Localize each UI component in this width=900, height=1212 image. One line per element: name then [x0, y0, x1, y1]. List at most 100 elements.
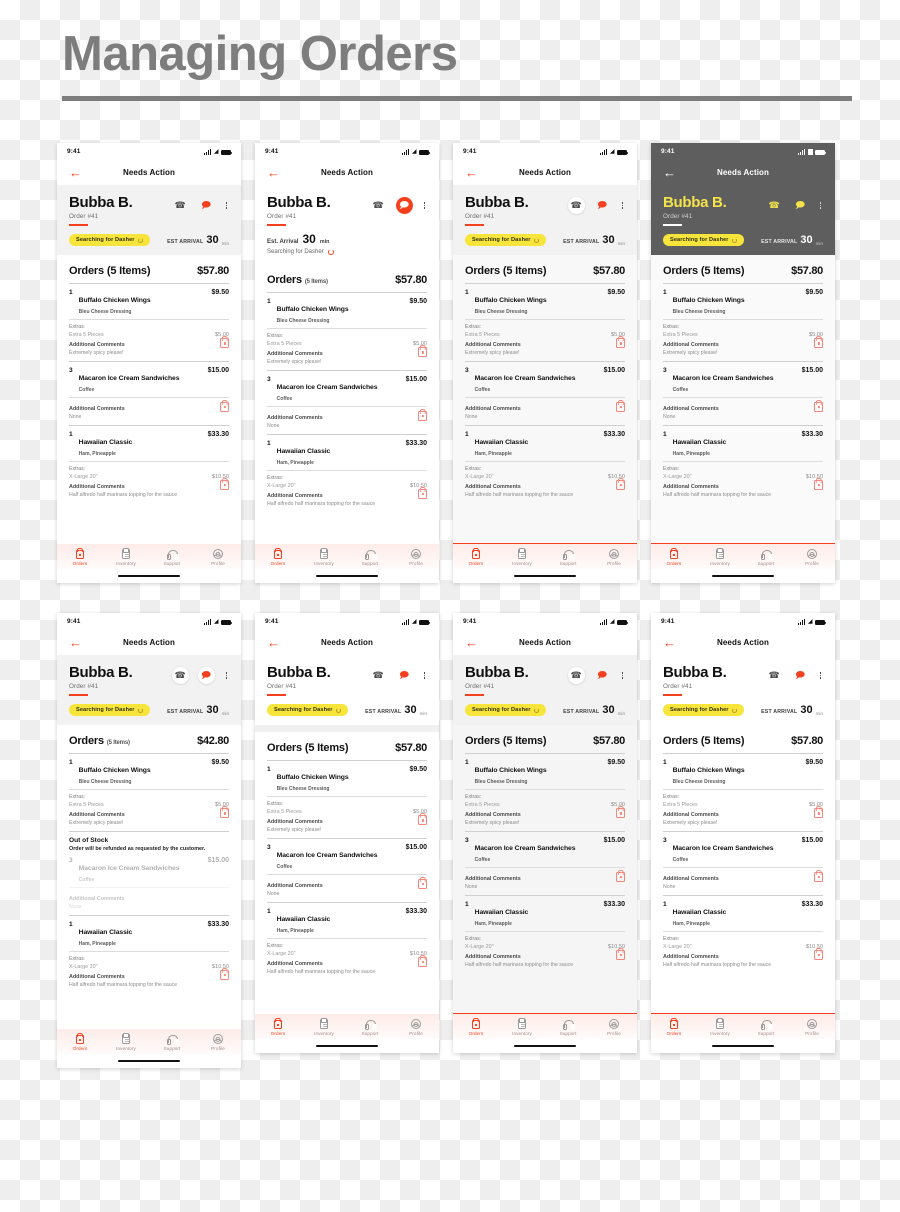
tab-profile[interactable]: Profile	[591, 1019, 637, 1036]
tab-support[interactable]: Support	[347, 549, 393, 566]
order-item[interactable]: 1 Buffalo Chicken Wings Bleu Cheese Dres…	[465, 284, 625, 319]
tab-support[interactable]: Support	[347, 1019, 393, 1036]
tab-profile[interactable]: Profile	[789, 549, 835, 566]
tab-orders[interactable]: Orders	[651, 1019, 697, 1036]
shopping-bag-icon[interactable]	[616, 872, 625, 883]
order-item[interactable]: 3 Macaron Ice Cream Sandwiches Coffee $1…	[465, 362, 625, 397]
shopping-bag-icon[interactable]	[814, 480, 823, 491]
tab-orders[interactable]: Orders	[57, 1034, 103, 1051]
chat-icon[interactable]: 🗩	[396, 667, 413, 684]
order-item[interactable]: 1 Buffalo Chicken Wings Bleu Cheese Dres…	[663, 754, 823, 789]
back-arrow-icon[interactable]: ←	[69, 166, 82, 179]
phone-icon[interactable]: ☎	[370, 667, 387, 684]
phone-icon[interactable]: ☎	[171, 667, 189, 684]
order-item[interactable]: 1 Hawaiian Classic Ham, Pineapple $33.30	[69, 426, 229, 461]
chat-icon[interactable]: 🗩	[792, 667, 809, 684]
shopping-bag-icon[interactable]	[616, 402, 625, 413]
tab-orders[interactable]: Orders	[453, 549, 499, 566]
tab-orders[interactable]: Orders	[255, 549, 301, 566]
tab-inventory[interactable]: Inventory	[499, 549, 545, 566]
phone-icon[interactable]: ☎	[370, 197, 387, 214]
tab-support[interactable]: Support	[743, 549, 789, 566]
order-item[interactable]: 3 Macaron Ice Cream Sandwiches Coffee $1…	[267, 839, 427, 874]
shopping-bag-icon[interactable]	[814, 402, 823, 413]
shopping-bag-icon[interactable]	[220, 808, 229, 819]
shopping-bag-icon[interactable]	[814, 950, 823, 961]
tab-support[interactable]: Support	[149, 549, 195, 566]
shopping-bag-icon[interactable]	[616, 808, 625, 819]
kebab-menu-icon[interactable]	[620, 202, 625, 209]
order-item[interactable]: 1 Hawaiian Classic Ham, Pineapple $33.30	[69, 916, 229, 951]
kebab-menu-icon[interactable]	[818, 672, 823, 679]
tab-orders[interactable]: Orders	[57, 549, 103, 566]
phone-icon[interactable]: ☎	[766, 197, 783, 214]
order-item[interactable]: 1 Buffalo Chicken Wings Bleu Cheese Dres…	[69, 754, 229, 789]
tab-inventory[interactable]: Inventory	[301, 1019, 347, 1036]
shopping-bag-icon[interactable]	[616, 338, 625, 349]
shopping-bag-icon[interactable]	[220, 970, 229, 981]
tab-orders[interactable]: Orders	[651, 549, 697, 566]
kebab-menu-icon[interactable]	[224, 202, 229, 209]
order-item[interactable]: 3 Macaron Ice Cream Sandwiches Coffee $1…	[465, 832, 625, 867]
back-arrow-icon[interactable]: ←	[465, 166, 478, 179]
tab-support[interactable]: Support	[743, 1019, 789, 1036]
tab-inventory[interactable]: Inventory	[301, 549, 347, 566]
phone-icon[interactable]: ☎	[766, 667, 783, 684]
chat-icon[interactable]: 🗩	[792, 197, 809, 214]
order-item[interactable]: 1 Buffalo Chicken Wings Bleu Cheese Dres…	[267, 761, 427, 796]
order-item[interactable]: 1 Buffalo Chicken Wings Bleu Cheese Dres…	[69, 284, 229, 319]
kebab-menu-icon[interactable]	[818, 202, 823, 209]
shopping-bag-icon[interactable]	[220, 402, 229, 413]
shopping-bag-icon[interactable]	[616, 950, 625, 961]
tab-support[interactable]: Support	[545, 549, 591, 566]
tab-inventory[interactable]: Inventory	[103, 549, 149, 566]
order-item[interactable]: 1 Hawaiian Classic Ham, Pineapple $33.30	[465, 896, 625, 931]
tab-support[interactable]: Support	[149, 1034, 195, 1051]
back-arrow-icon[interactable]: ←	[267, 166, 280, 179]
tab-orders[interactable]: Orders	[255, 1019, 301, 1036]
tab-inventory[interactable]: Inventory	[697, 1019, 743, 1036]
order-item[interactable]: 1 Buffalo Chicken Wings Bleu Cheese Dres…	[663, 284, 823, 319]
back-arrow-icon[interactable]: ←	[267, 636, 280, 649]
tab-inventory[interactable]: Inventory	[697, 549, 743, 566]
order-item[interactable]: 3 Macaron Ice Cream Sandwiches Coffee $1…	[267, 371, 427, 406]
tab-profile[interactable]: Profile	[195, 549, 241, 566]
shopping-bag-icon[interactable]	[616, 480, 625, 491]
shopping-bag-icon[interactable]	[418, 879, 427, 890]
phone-icon[interactable]: ☎	[567, 197, 585, 214]
chat-icon[interactable]: 🗩	[198, 197, 215, 214]
kebab-menu-icon[interactable]	[224, 672, 229, 679]
chat-icon[interactable]: 🗩	[395, 197, 413, 214]
tab-inventory[interactable]: Inventory	[499, 1019, 545, 1036]
order-item[interactable]: 1 Hawaiian Classic Ham, Pineapple $33.30	[465, 426, 625, 461]
tab-profile[interactable]: Profile	[393, 549, 439, 566]
kebab-menu-icon[interactable]	[422, 202, 427, 209]
shopping-bag-icon[interactable]	[418, 957, 427, 968]
shopping-bag-icon[interactable]	[418, 347, 427, 358]
tab-support[interactable]: Support	[545, 1019, 591, 1036]
shopping-bag-icon[interactable]	[814, 808, 823, 819]
chat-icon[interactable]: 🗩	[594, 197, 611, 214]
phone-icon[interactable]: ☎	[567, 667, 585, 684]
back-arrow-icon[interactable]: ←	[663, 166, 676, 179]
shopping-bag-icon[interactable]	[418, 489, 427, 500]
shopping-bag-icon[interactable]	[220, 480, 229, 491]
kebab-menu-icon[interactable]	[422, 672, 427, 679]
order-item[interactable]: 1 Buffalo Chicken Wings Bleu Cheese Dres…	[465, 754, 625, 789]
chat-icon[interactable]: 🗩	[594, 667, 611, 684]
phone-icon[interactable]: ☎	[172, 197, 189, 214]
tab-orders[interactable]: Orders	[453, 1019, 499, 1036]
order-item[interactable]: 3 Macaron Ice Cream Sandwiches Coffee $1…	[69, 362, 229, 397]
shopping-bag-icon[interactable]	[418, 411, 427, 422]
chat-icon[interactable]: 🗩	[197, 667, 215, 684]
tab-profile[interactable]: Profile	[789, 1019, 835, 1036]
order-item[interactable]: 1 Hawaiian Classic Ham, Pineapple $33.30	[267, 435, 427, 470]
order-item[interactable]: 3 Macaron Ice Cream Sandwiches Coffee $1…	[663, 832, 823, 867]
shopping-bag-icon[interactable]	[418, 815, 427, 826]
order-item[interactable]: 1 Hawaiian Classic Ham, Pineapple $33.30	[663, 426, 823, 461]
back-arrow-icon[interactable]: ←	[69, 636, 82, 649]
order-item[interactable]: 1 Buffalo Chicken Wings Bleu Cheese Dres…	[267, 293, 427, 328]
tab-profile[interactable]: Profile	[195, 1034, 241, 1051]
shopping-bag-icon[interactable]	[220, 338, 229, 349]
tab-profile[interactable]: Profile	[591, 549, 637, 566]
